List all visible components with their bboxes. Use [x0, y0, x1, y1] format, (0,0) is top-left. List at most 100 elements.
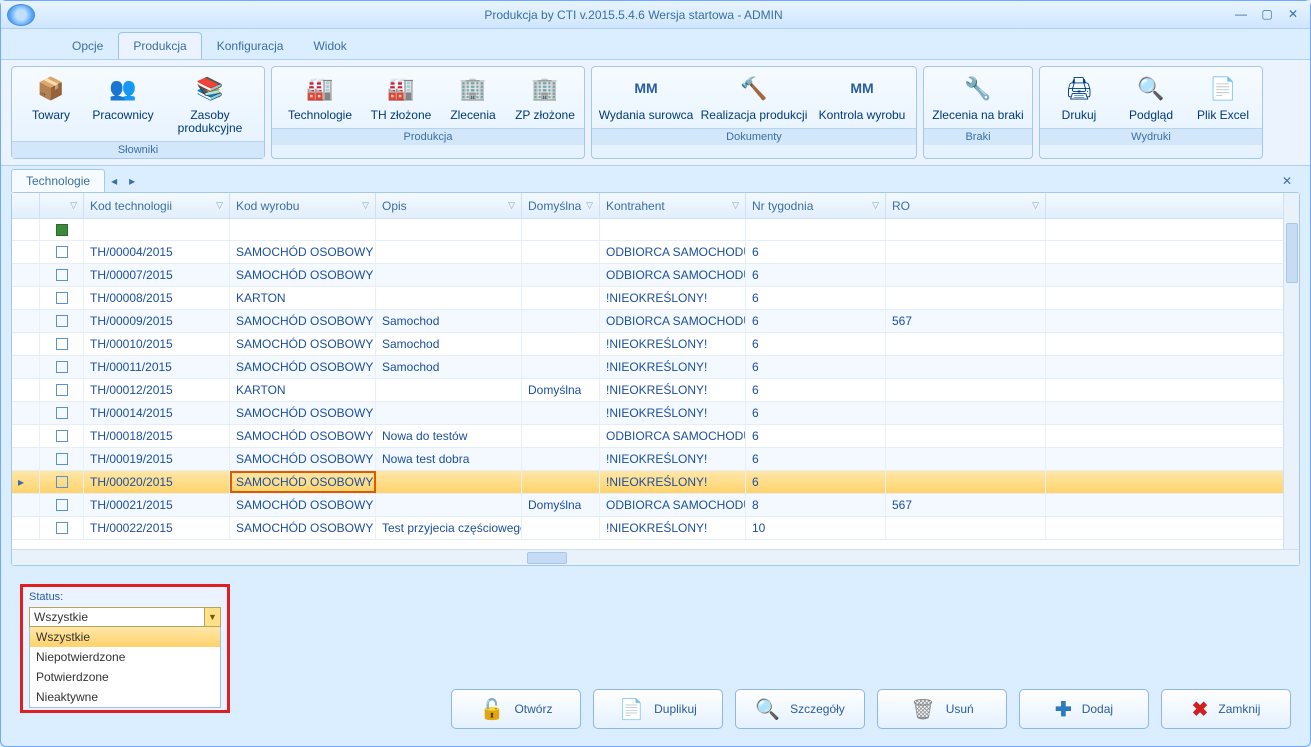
- ribbon-btn-towary[interactable]: 📦Towary: [16, 69, 86, 139]
- magnifier-icon: 🔍: [755, 697, 780, 722]
- grid-col-kontr[interactable]: Kontrahent▽: [600, 193, 746, 218]
- add-button[interactable]: ✚Dodaj: [1019, 689, 1149, 729]
- ribbon-btn-plik-excel[interactable]: 📄Plik Excel: [1188, 69, 1258, 126]
- wydania-surowca-icon: MM: [628, 73, 664, 105]
- workspace-close-icon[interactable]: ✕: [1274, 170, 1300, 192]
- table-row[interactable]: ▸TH/00020/2015SAMOCHÓD OSOBOWY B!NIEOKRE…: [12, 471, 1299, 494]
- grid-col-nr[interactable]: Nr tygodnia▽: [746, 193, 886, 218]
- close-window-icon[interactable]: ✕: [1282, 7, 1304, 23]
- grid-horizontal-scrollbar[interactable]: [12, 549, 1299, 565]
- row-checkbox[interactable]: [56, 338, 68, 350]
- maximize-icon[interactable]: ▢: [1256, 7, 1278, 23]
- grid-vertical-scrollbar[interactable]: [1283, 193, 1299, 549]
- table-row[interactable]: TH/00010/2015SAMOCHÓD OSOBOWY BSamochod!…: [12, 333, 1299, 356]
- ribbon-btn-zlecenia-na-braki[interactable]: 🔧Zlecenia na braki: [928, 69, 1028, 126]
- minimize-icon[interactable]: —: [1230, 7, 1252, 23]
- status-option-niepotwierdzone[interactable]: Niepotwierdzone: [30, 647, 220, 667]
- ribbon-group-2: MMWydania surowca🔨Realizacja produkcjiMM…: [591, 66, 917, 159]
- row-checkbox[interactable]: [56, 361, 68, 373]
- row-checkbox[interactable]: [56, 476, 68, 488]
- grid-col-wyrob[interactable]: Kod wyrobu▽: [230, 193, 376, 218]
- status-option-wszystkie[interactable]: Wszystkie: [30, 627, 220, 647]
- row-checkbox[interactable]: [56, 246, 68, 258]
- row-checkbox[interactable]: [56, 453, 68, 465]
- status-option-potwierdzone[interactable]: Potwierdzone: [30, 667, 220, 687]
- chevron-down-icon[interactable]: ▼: [204, 608, 220, 626]
- ribbon-btn-podgląd[interactable]: 🔍Podgląd: [1116, 69, 1186, 126]
- grid-col-dom[interactable]: Domyślna▽: [522, 193, 600, 218]
- ribbon-btn-zlecenia[interactable]: 🏢Zlecenia: [438, 69, 508, 126]
- ribbon-caption: Dokumenty: [592, 128, 916, 145]
- open-button[interactable]: 🔓Otwórz: [451, 689, 581, 729]
- delete-button[interactable]: 🗑Usuń: [877, 689, 1007, 729]
- menu-tab-opcje[interactable]: Opcje: [57, 32, 118, 59]
- ribbon-btn-zasoby-produkcyjne[interactable]: 📚Zasoby produkcyjne: [160, 69, 260, 139]
- row-checkbox[interactable]: [56, 384, 68, 396]
- table-row[interactable]: TH/00011/2015SAMOCHÓD OSOBOWY BSamochod!…: [12, 356, 1299, 379]
- ribbon-group-3: 🔧Zlecenia na brakiBraki: [923, 66, 1033, 159]
- ribbon-btn-realizacja-produkcji[interactable]: 🔨Realizacja produkcji: [698, 69, 810, 126]
- table-row[interactable]: TH/00021/2015SAMOCHÓD OSOBOWY BDomyślnaO…: [12, 494, 1299, 517]
- grid-col-indicator[interactable]: [12, 193, 40, 218]
- window-title: Produkcja by CTI v.2015.5.4.6 Wersja sta…: [41, 8, 1226, 22]
- close-button[interactable]: ✖Zamknij: [1161, 689, 1291, 729]
- menu-tabs: Opcje Produkcja Konfiguracja Widok: [1, 29, 1310, 59]
- filter-check-icon[interactable]: [56, 224, 68, 236]
- row-checkbox[interactable]: [56, 430, 68, 442]
- menu-tab-widok[interactable]: Widok: [298, 32, 361, 59]
- workspace-scroll-right-icon[interactable]: ▸: [123, 170, 141, 192]
- status-combobox[interactable]: Wszystkie ▼: [29, 607, 221, 627]
- drukuj-icon: 🖨: [1061, 73, 1097, 105]
- status-label: Status:: [29, 591, 221, 603]
- grid-col-kod[interactable]: Kod technologii▽: [84, 193, 230, 218]
- details-button[interactable]: 🔍Szczegóły: [735, 689, 865, 729]
- table-row[interactable]: TH/00004/2015SAMOCHÓD OSOBOWY BODBIORCA …: [12, 241, 1299, 264]
- status-dropdown-list: Wszystkie Niepotwierdzone Potwierdzone N…: [29, 627, 221, 708]
- titlebar: Produkcja by CTI v.2015.5.4.6 Wersja sta…: [1, 1, 1310, 29]
- ribbon-group-4: 🖨Drukuj🔍Podgląd📄Plik Excel Wydruki: [1039, 66, 1263, 159]
- grid-col-opis[interactable]: Opis▽: [376, 193, 522, 218]
- ribbon: 📦Towary👥Pracownicy📚Zasoby produkcyjneSło…: [1, 59, 1310, 166]
- duplicate-button[interactable]: 📄Duplikuj: [593, 689, 723, 729]
- table-row[interactable]: TH/00014/2015SAMOCHÓD OSOBOWY C!NIEOKREŚ…: [12, 402, 1299, 425]
- table-row[interactable]: TH/00022/2015SAMOCHÓD OSOBOWY BTest przy…: [12, 517, 1299, 540]
- ribbon-btn-wydania-surowca[interactable]: MMWydania surowca: [596, 69, 696, 126]
- ribbon-btn-kontrola-wyrobu[interactable]: MMKontrola wyrobu: [812, 69, 912, 126]
- plus-icon: ✚: [1055, 697, 1072, 722]
- workspace-scroll-left-icon[interactable]: ◂: [105, 170, 123, 192]
- zp-złożone-icon: 🏢: [527, 73, 563, 105]
- grid-filter-row[interactable]: [12, 219, 1299, 241]
- pracownicy-icon: 👥: [105, 73, 141, 105]
- row-checkbox[interactable]: [56, 522, 68, 534]
- table-row[interactable]: TH/00012/2015KARTONDomyślna!NIEOKREŚLONY…: [12, 379, 1299, 402]
- cross-icon: ✖: [1192, 697, 1209, 722]
- menu-tab-konfiguracja[interactable]: Konfiguracja: [202, 32, 299, 59]
- table-row[interactable]: TH/00009/2015SAMOCHÓD OSOBOWY BSamochodO…: [12, 310, 1299, 333]
- table-row[interactable]: TH/00007/2015SAMOCHÓD OSOBOWY BODBIORCA …: [12, 264, 1299, 287]
- zlecenia-na-braki-icon: 🔧: [960, 73, 996, 105]
- row-checkbox[interactable]: [56, 292, 68, 304]
- towary-icon: 📦: [33, 73, 69, 105]
- grid-body[interactable]: TH/00004/2015SAMOCHÓD OSOBOWY BODBIORCA …: [12, 241, 1299, 549]
- row-checkbox[interactable]: [56, 499, 68, 511]
- ribbon-caption: Wydruki: [1040, 128, 1262, 145]
- table-row[interactable]: TH/00019/2015SAMOCHÓD OSOBOWY CNowa test…: [12, 448, 1299, 471]
- row-checkbox[interactable]: [56, 269, 68, 281]
- menu-tab-produkcja[interactable]: Produkcja: [118, 32, 201, 59]
- ribbon-btn-th-złożone[interactable]: 🏭TH złożone: [366, 69, 436, 126]
- grid-col-ro[interactable]: RO▽: [886, 193, 1046, 218]
- row-checkbox[interactable]: [56, 407, 68, 419]
- row-checkbox[interactable]: [56, 315, 68, 327]
- ribbon-btn-zp-złożone[interactable]: 🏢ZP złożone: [510, 69, 580, 126]
- ribbon-btn-pracownicy[interactable]: 👥Pracownicy: [88, 69, 158, 139]
- grid-col-check[interactable]: ▽: [40, 193, 84, 218]
- ribbon-btn-drukuj[interactable]: 🖨Drukuj: [1044, 69, 1114, 126]
- document-copy-icon: 📄: [619, 697, 644, 722]
- ribbon-btn-technologie[interactable]: 🏭Technologie: [276, 69, 364, 126]
- table-row[interactable]: TH/00018/2015SAMOCHÓD OSOBOWY CNowa do t…: [12, 425, 1299, 448]
- workspace-tab-technologie[interactable]: Technologie: [11, 169, 105, 192]
- bottom-toolbar: 🔓Otwórz 📄Duplikuj 🔍Szczegóły 🗑Usuń ✚Doda…: [451, 689, 1291, 729]
- status-option-nieaktywne[interactable]: Nieaktywne: [30, 687, 220, 707]
- table-row[interactable]: TH/00008/2015KARTON!NIEOKREŚLONY!6: [12, 287, 1299, 310]
- ribbon-group-1: 🏭Technologie🏭TH złożone🏢Zlecenia🏢ZP złoż…: [271, 66, 585, 159]
